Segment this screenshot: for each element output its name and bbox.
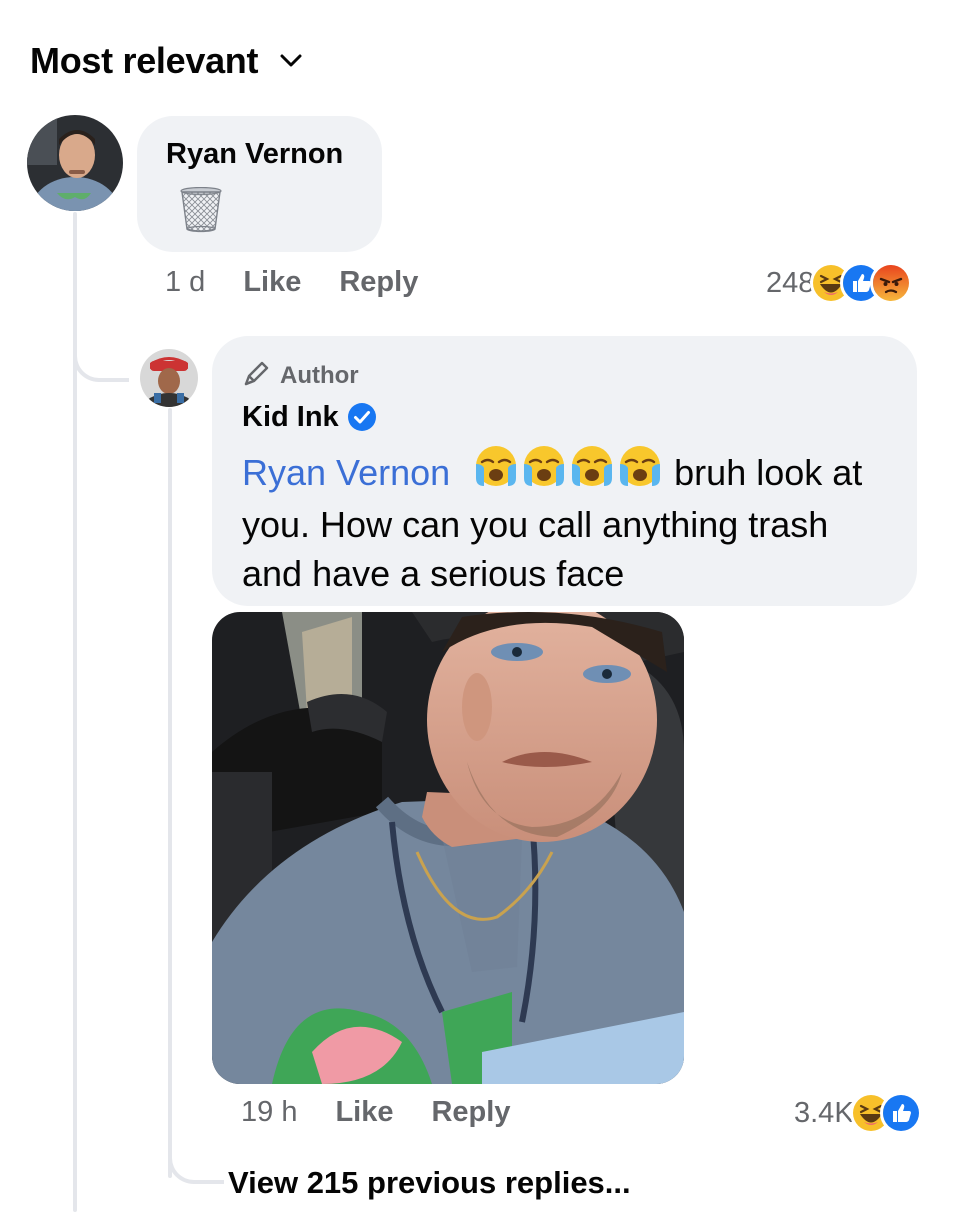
reply-bubble[interactable]: Author Kid Ink Ryan Vernon bruh look at y…: [212, 336, 917, 606]
angry-emoji-icon: [870, 262, 913, 304]
comment-reactions[interactable]: 248: [766, 262, 913, 304]
like-emoji-icon: [879, 1092, 922, 1134]
mention-ryan-vernon[interactable]: Ryan Vernon: [242, 452, 450, 493]
reply-text: Ryan Vernon bruh look at you. How can you…: [242, 446, 902, 598]
thread-connector-view-more: [168, 1136, 224, 1184]
reply-text-line-1: Ryan Vernon bruh look at: [242, 446, 902, 500]
thread-connector-reply: [73, 330, 129, 382]
chevron-down-icon: [280, 54, 302, 73]
comment-reaction-count: 248: [766, 266, 815, 299]
comment-reply-button[interactable]: Reply: [339, 266, 418, 299]
reply-text-line-2: you. How can you call anything trash: [242, 504, 829, 546]
reply-timestamp[interactable]: 19 h: [241, 1096, 297, 1129]
loudly-crying-emoji-icon: [616, 444, 664, 500]
author-badge-label: Author: [280, 361, 359, 389]
sort-label: Most relevant: [30, 40, 259, 81]
avatar-ryan-vernon[interactable]: [27, 115, 123, 211]
reply-reactions[interactable]: 3.4K: [794, 1092, 922, 1134]
loudly-crying-emoji-icon: [520, 444, 568, 500]
comment-bubble[interactable]: Ryan Vernon: [137, 116, 382, 252]
trash-can-icon: [180, 186, 222, 238]
avatar-kid-ink[interactable]: [140, 349, 198, 407]
reply-like-button[interactable]: Like: [335, 1096, 393, 1129]
loudly-crying-emoji-icon: [472, 444, 520, 500]
reply-photo-attachment[interactable]: [212, 612, 684, 1084]
reply-reaction-count: 3.4K: [794, 1096, 854, 1129]
thread-line-reply: [168, 408, 172, 1178]
reply-author: Kid Ink: [242, 398, 377, 437]
comment-actions: 1 d Like Reply: [165, 266, 418, 299]
pencil-icon: [242, 358, 272, 393]
comment-like-button[interactable]: Like: [243, 266, 301, 299]
comment-author-name[interactable]: Ryan Vernon: [166, 138, 343, 171]
view-previous-replies-link[interactable]: View 215 previous replies...: [228, 1165, 631, 1201]
author-badge: Author: [242, 358, 359, 393]
comment-timestamp[interactable]: 1 d: [165, 266, 205, 299]
reply-actions: 19 h Like Reply: [241, 1096, 510, 1129]
reply-text-line-3: and have a serious face: [242, 553, 625, 595]
sort-dropdown[interactable]: Most relevant: [30, 40, 302, 82]
loudly-crying-emoji-icon: [568, 444, 616, 500]
reply-reply-button[interactable]: Reply: [431, 1096, 510, 1129]
reply-text-segment: bruh look at: [674, 452, 863, 493]
reply-author-name[interactable]: Kid Ink: [242, 401, 339, 434]
verified-badge-icon: [347, 402, 377, 437]
